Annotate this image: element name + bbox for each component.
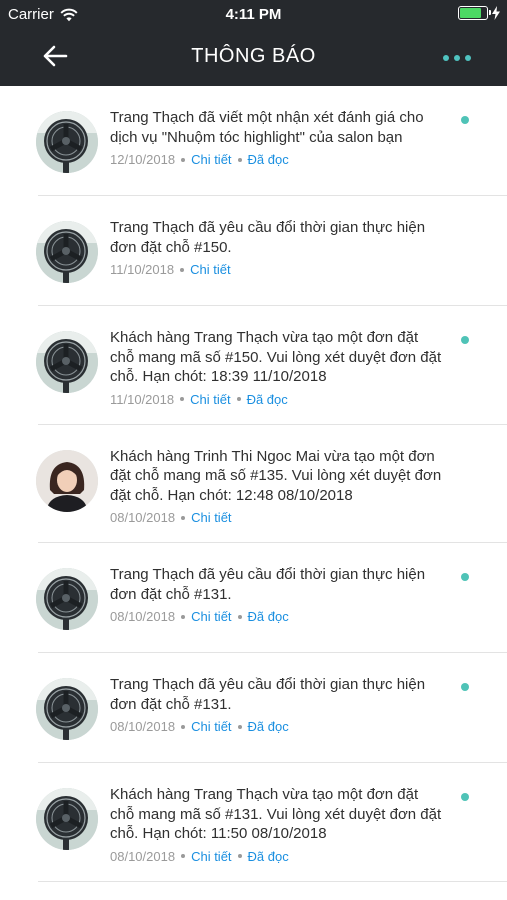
page-title: THÔNG BÁO xyxy=(191,45,316,67)
separator-dot xyxy=(237,854,242,858)
avatar xyxy=(36,331,98,393)
notification-message: Khách hàng Trinh Thi Ngoc Mai vừa tạo mộ… xyxy=(110,447,442,504)
fan-photo xyxy=(36,331,98,393)
notification-message: Trang Thạch đã yêu cầu đổi thời gian thự… xyxy=(110,676,426,713)
notification-meta: 08/10/2018 Chi tiết Đã đọc xyxy=(110,719,445,734)
notification-message: Khách hàng Trang Thạch vừa tạo một đơn đ… xyxy=(110,329,442,385)
separator-dot xyxy=(237,157,242,162)
more-dot xyxy=(454,55,460,61)
notification-content: Trang Thạch đã yêu cầu đổi thời gian thự… xyxy=(110,565,445,635)
detail-link[interactable]: Chi tiết xyxy=(190,262,230,277)
mark-read-link[interactable]: Đã đọc xyxy=(248,849,289,864)
detail-link[interactable]: Chi tiết xyxy=(191,849,231,864)
notification-message: Trang Thạch đã yêu cầu đổi thời gian thự… xyxy=(110,566,426,603)
unread-indicator xyxy=(461,793,469,801)
separator-dot xyxy=(181,724,186,729)
more-button[interactable] xyxy=(443,48,471,68)
mark-read-link[interactable]: Đã đọc xyxy=(248,152,289,167)
detail-link[interactable]: Chi tiết xyxy=(191,152,231,167)
notification-meta: 11/10/2018 Chi tiết xyxy=(110,262,445,277)
fan-photo xyxy=(36,568,98,630)
notification-item[interactable]: Khách hàng Trang Thạch vừa tạo một đơn đ… xyxy=(0,306,507,425)
notification-meta: 11/10/2018 Chi tiết Đã đọc xyxy=(110,392,445,407)
notification-content: Khách hàng Trang Thạch vừa tạo một đơn đ… xyxy=(110,328,445,407)
notification-item[interactable]: Khách hàng Trinh Thi Ngoc Mai vừa tạo mộ… xyxy=(0,425,507,544)
notification-content: Trang Thạch đã viết một nhận xét đánh gi… xyxy=(110,108,445,178)
notification-content: Khách hàng Trinh Thi Ngoc Mai vừa tạo mộ… xyxy=(110,447,445,526)
notification-meta: 08/10/2018 Chi tiết xyxy=(110,510,445,525)
more-dot xyxy=(443,55,449,61)
fan-photo xyxy=(36,221,98,283)
notification-item[interactable]: Khách hàng Trang Thạch vừa tạo một đơn đ… xyxy=(0,763,507,882)
fan-photo xyxy=(36,678,98,740)
separator-dot xyxy=(237,724,242,729)
mark-read-link[interactable]: Đã đọc xyxy=(247,392,288,407)
clock: 4:11 PM xyxy=(225,6,282,23)
notification-item[interactable]: Trang Thạch đã viết một nhận xét đánh gi… xyxy=(0,86,507,196)
separator-dot xyxy=(180,397,185,401)
notification-date: 11/10/2018 xyxy=(110,262,175,277)
detail-link[interactable]: Chi tiết xyxy=(190,392,230,407)
avatar xyxy=(36,678,98,740)
notification-content: Trang Thạch đã yêu cầu đổi thời gian thự… xyxy=(110,218,445,288)
separator-dot xyxy=(236,397,241,401)
separator-dot xyxy=(181,854,186,858)
notification-message: Khách hàng Trang Thạch vừa tạo một đơn đ… xyxy=(110,786,442,842)
mark-read-link[interactable]: Đã đọc xyxy=(248,609,289,624)
battery-indicator xyxy=(458,6,501,20)
mark-read-link[interactable]: Đã đọc xyxy=(248,719,289,734)
notification-content: Trang Thạch đã yêu cầu đổi thời gian thự… xyxy=(110,675,445,745)
status-bar: Carrier 4:11 PM xyxy=(0,0,507,28)
detail-link[interactable]: Chi tiết xyxy=(191,609,231,624)
separator-dot xyxy=(180,267,185,272)
notification-item[interactable]: Trang Thạch đã yêu cầu đổi thời gian thự… xyxy=(0,196,507,306)
unread-indicator xyxy=(461,573,469,581)
notification-list: Trang Thạch đã viết một nhận xét đánh gi… xyxy=(0,86,507,882)
fan-photo xyxy=(36,111,98,173)
unread-indicator xyxy=(461,336,469,344)
separator-dot xyxy=(181,157,186,162)
charging-bolt-icon xyxy=(492,6,500,20)
avatar xyxy=(36,788,98,850)
notification-date: 12/10/2018 xyxy=(110,152,176,167)
avatar xyxy=(36,221,98,283)
unread-indicator xyxy=(461,116,469,124)
avatar xyxy=(36,568,98,630)
notification-meta: 08/10/2018 Chi tiết Đã đọc xyxy=(110,609,445,624)
person-photo xyxy=(36,449,98,512)
notification-message: Trang Thạch đã viết một nhận xét đánh gi… xyxy=(110,109,424,146)
separator-dot xyxy=(181,515,186,520)
separator-dot xyxy=(181,614,186,619)
avatar xyxy=(36,449,98,512)
avatar xyxy=(36,111,98,173)
notification-date: 08/10/2018 xyxy=(110,848,176,864)
fan-photo xyxy=(36,788,98,850)
notification-item[interactable]: Trang Thạch đã yêu cầu đổi thời gian thự… xyxy=(0,543,507,653)
notification-item[interactable]: Trang Thạch đã yêu cầu đổi thời gian thự… xyxy=(0,653,507,763)
notification-date: 11/10/2018 xyxy=(110,391,175,407)
battery-fill xyxy=(460,8,481,18)
battery-icon xyxy=(458,6,491,20)
detail-link[interactable]: Chi tiết xyxy=(191,719,231,734)
notification-date: 08/10/2018 xyxy=(110,609,176,624)
notification-meta: 12/10/2018 Chi tiết Đã đọc xyxy=(110,152,445,167)
more-dot xyxy=(465,55,471,61)
notification-meta: 08/10/2018 Chi tiết Đã đọc xyxy=(110,849,445,864)
separator-dot xyxy=(237,614,242,619)
notification-date: 08/10/2018 xyxy=(110,510,176,525)
unread-indicator xyxy=(461,683,469,691)
navigation-bar: THÔNG BÁO xyxy=(0,28,507,86)
notification-content: Khách hàng Trang Thạch vừa tạo một đơn đ… xyxy=(110,785,445,864)
notification-message: Trang Thạch đã yêu cầu đổi thời gian thự… xyxy=(110,219,426,256)
notification-date: 08/10/2018 xyxy=(110,719,176,734)
detail-link[interactable]: Chi tiết xyxy=(191,510,231,525)
